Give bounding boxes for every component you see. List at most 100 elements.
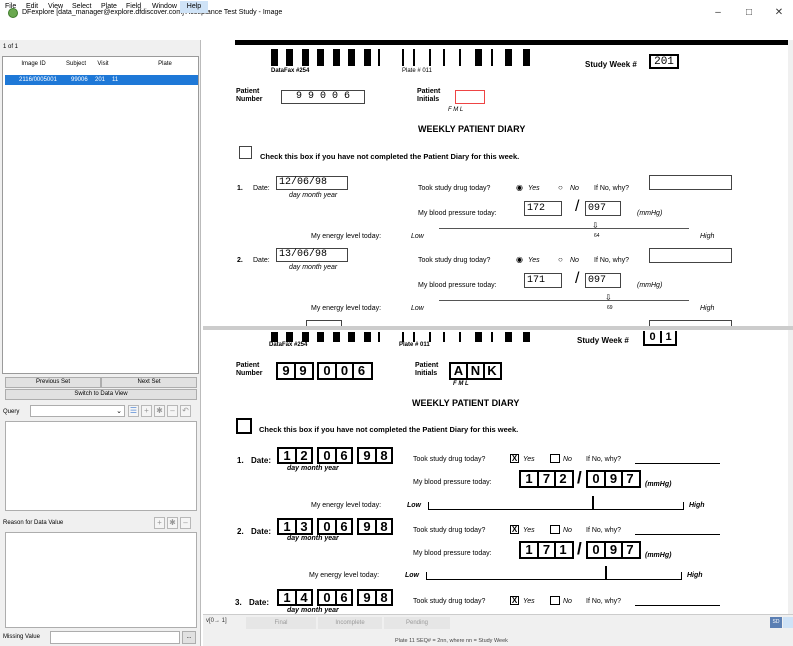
add-icon[interactable]: +	[141, 405, 152, 417]
entry-2-day-boxes[interactable]: 13	[277, 518, 313, 535]
toggle-icon[interactable]	[783, 617, 793, 628]
version-nav[interactable]: v[0→ 1]	[206, 618, 227, 624]
close-button[interactable]: ✕	[767, 4, 791, 22]
slider-thumb-icon[interactable]: ⇩	[605, 293, 612, 302]
study-week-boxes[interactable]: 01	[643, 331, 677, 346]
entry-2-number: 2.	[237, 527, 244, 536]
entry-1-systolic-boxes[interactable]: 172	[519, 470, 574, 488]
missing-value-button[interactable]: ...	[182, 631, 196, 644]
undo-icon[interactable]: ↶	[180, 405, 191, 417]
entry-1-date-field[interactable]: 12/06/98	[276, 176, 348, 190]
column-header-visit[interactable]: Visit	[91, 59, 115, 69]
entry-3-day-boxes[interactable]: 14	[277, 589, 313, 606]
asterisk-icon[interactable]: ✱	[154, 405, 165, 417]
entry-2-date-field[interactable]: 13/06/98	[276, 248, 348, 262]
entry-1-reason-line[interactable]	[635, 463, 720, 464]
entry-1-year-boxes[interactable]: 98	[357, 447, 393, 464]
entry-2-energy-slider[interactable]	[439, 300, 689, 301]
image-list-table[interactable]	[2, 56, 199, 374]
radio-no[interactable]: ○	[558, 255, 563, 264]
menu-file[interactable]: File	[2, 1, 19, 13]
tab-final[interactable]: Final	[246, 617, 316, 629]
list-icon[interactable]: ☰	[128, 405, 139, 417]
date-digit: 0	[323, 519, 331, 534]
not-completed-checkbox[interactable]	[236, 418, 252, 434]
menu-help[interactable]: Help	[180, 1, 208, 13]
checkbox-no[interactable]	[550, 525, 560, 534]
scrollbar[interactable]	[788, 330, 793, 614]
entry-2-year-boxes[interactable]: 98	[357, 518, 393, 535]
study-week-digit: 1	[660, 331, 675, 343]
menu-select[interactable]: Select	[69, 1, 94, 13]
entry-2-systolic-field[interactable]: 171	[524, 273, 562, 288]
entry-2-diastolic-field[interactable]: 097	[585, 273, 621, 288]
entry-1-reason-field[interactable]	[649, 175, 732, 190]
entry-1-month-boxes[interactable]: 06	[317, 447, 353, 464]
menu-view[interactable]: View	[45, 1, 66, 13]
reason-text-area[interactable]	[5, 532, 197, 628]
not-completed-checkbox[interactable]	[239, 146, 252, 159]
remove-icon[interactable]: –	[180, 517, 191, 529]
entry-2-systolic-boxes[interactable]: 171	[519, 541, 574, 559]
table-row[interactable]: 2116/0005001 99006 201 11	[5, 75, 198, 85]
next-set-button[interactable]: Next Set	[101, 377, 197, 388]
patient-initials-boxes[interactable]: ANK	[449, 362, 502, 380]
patient-number-field[interactable]: 9 9 0 0 6	[281, 90, 365, 104]
entry-1-diastolic-field[interactable]: 097	[585, 201, 621, 216]
entry-1-energy-scale[interactable]	[428, 502, 684, 510]
switch-to-data-view-button[interactable]: Switch to Data View	[5, 389, 197, 400]
missing-value-input[interactable]	[50, 631, 180, 644]
patient-number-boxes-b[interactable]: 006	[317, 362, 373, 380]
column-header-subject[interactable]: Subject	[62, 59, 90, 69]
tab-pending[interactable]: Pending	[384, 617, 450, 629]
entry-2-reason-field[interactable]	[649, 248, 732, 263]
checkbox-yes-checked[interactable]: X	[510, 525, 519, 534]
menu-window[interactable]: Window	[149, 1, 180, 13]
maximize-button[interactable]: □	[737, 4, 761, 22]
not-completed-label: Check this box if you have not completed…	[260, 152, 520, 161]
scrollbar[interactable]	[788, 40, 793, 326]
status-message: Plate 11 SEQ# = 2nn, where nn = Study We…	[395, 638, 508, 644]
entry-1-energy-slider[interactable]	[439, 228, 689, 229]
menu-plate[interactable]: Plate	[98, 1, 120, 13]
bp-slash: /	[577, 539, 582, 558]
entry-3-month-boxes[interactable]: 06	[317, 589, 353, 606]
study-week-field[interactable]: 201	[649, 54, 679, 69]
entry-1-energy-value: 64	[594, 233, 600, 239]
radio-no[interactable]: ○	[558, 183, 563, 192]
query-text-area[interactable]	[5, 421, 197, 511]
radio-yes-selected[interactable]: ◉	[516, 255, 523, 264]
menu-edit[interactable]: Edit	[23, 1, 41, 13]
remove-icon[interactable]: –	[167, 405, 178, 417]
checkbox-yes-checked[interactable]: X	[510, 596, 519, 605]
asterisk-icon[interactable]: ✱	[167, 517, 178, 529]
patient-initials-field[interactable]	[455, 90, 485, 104]
column-header-image-id[interactable]: Image ID	[6, 59, 61, 69]
slider-thumb-icon[interactable]: ⇩	[592, 221, 599, 230]
patient-initials-label: Patient	[415, 362, 439, 369]
menu-field[interactable]: Field	[123, 1, 144, 13]
menu-bar	[0, 26, 793, 40]
radio-yes-selected[interactable]: ◉	[516, 183, 523, 192]
query-select[interactable]: ⌄	[30, 405, 125, 417]
checkbox-yes-checked[interactable]: X	[510, 454, 519, 463]
checkbox-no[interactable]	[550, 454, 560, 463]
entry-2-diastolic-boxes[interactable]: 097	[586, 541, 641, 559]
checkbox-no[interactable]	[550, 596, 560, 605]
sd-badge[interactable]: SD	[770, 617, 782, 628]
datafax-label: DataFax #254	[271, 68, 310, 74]
patient-number-boxes-a[interactable]: 99	[276, 362, 314, 380]
entry-1-diastolic-boxes[interactable]: 097	[586, 470, 641, 488]
entry-2-month-boxes[interactable]: 06	[317, 518, 353, 535]
entry-1-day-boxes[interactable]: 12	[277, 447, 313, 464]
entry-2-energy-scale[interactable]	[426, 572, 682, 580]
column-header-plate[interactable]: Plate	[140, 59, 190, 69]
entry-2-reason-line[interactable]	[635, 534, 720, 535]
minimize-button[interactable]: –	[706, 4, 730, 22]
entry-3-year-boxes[interactable]: 98	[357, 589, 393, 606]
previous-set-button[interactable]: Previous Set	[5, 377, 101, 388]
tab-incomplete[interactable]: Incomplete	[318, 617, 382, 629]
entry-3-reason-line[interactable]	[635, 605, 720, 606]
entry-1-systolic-field[interactable]: 172	[524, 201, 562, 216]
add-icon[interactable]: +	[154, 517, 165, 529]
